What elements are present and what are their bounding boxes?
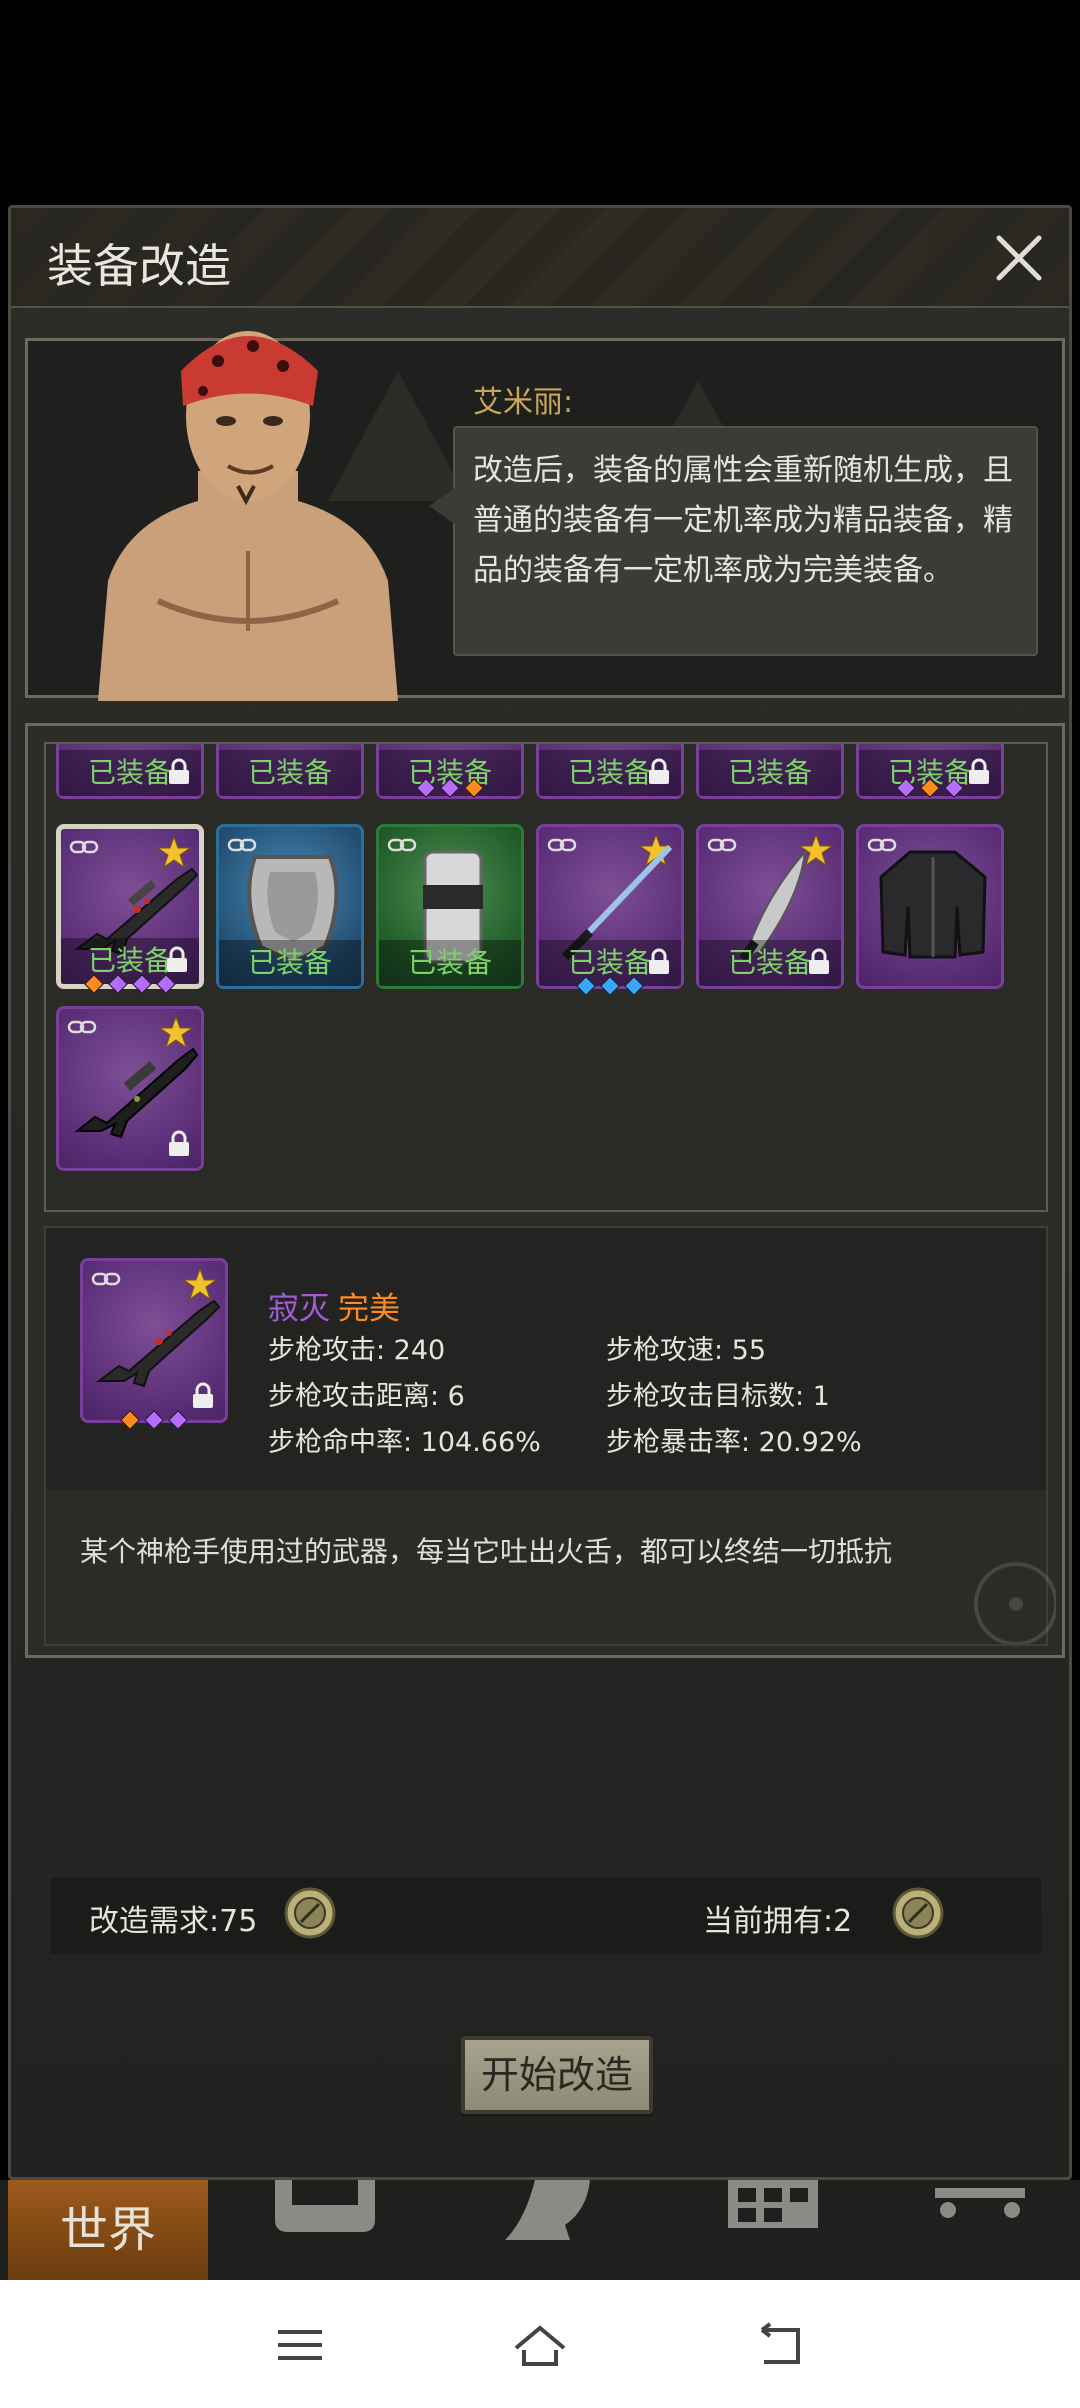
inventory-slot-assault-rifle[interactable]: 已装备 (56, 824, 204, 994)
item-name: 寂灭 完美 (268, 1283, 400, 1328)
stat-targets: 步枪攻击目标数: 1 (606, 1381, 830, 1412)
equipment-area: 已装备 已装备 已装备 已装备 已装备 已装备 已装备 已装备 已装备 已装备 … (25, 723, 1065, 1658)
backpack-icon[interactable] (270, 2180, 380, 2240)
inventory-grid[interactable]: 已装备 已装备 已装备 已装备 已装备 已装备 已装备 已装备 已装备 已装备 … (44, 742, 1048, 1212)
start-modify-button[interactable]: 开始改造 (461, 2036, 653, 2114)
equipped-label: 已装备 (219, 750, 361, 796)
lock-icon (809, 948, 829, 974)
inventory-slot-machete[interactable]: 已装备 (696, 824, 844, 989)
npc-name: 艾米丽: (473, 385, 574, 420)
npc-dialog: 艾米丽: 改造后，装备的属性会重新随机生成，且普通的装备有一定机率成为精品装备，… (25, 331, 1065, 701)
lock-icon (649, 948, 669, 974)
inventory-slot-shield[interactable]: 已装备 (216, 824, 364, 989)
inventory-slot[interactable]: 已装备 (376, 744, 524, 799)
lock-icon (169, 758, 189, 784)
item-quality: 完美 (338, 1291, 400, 1327)
jacket-icon (879, 850, 987, 959)
bottle-cap-icon (892, 1887, 944, 1939)
equipped-label: 已装备 (699, 750, 841, 796)
inventory-slot-katana[interactable]: 已装备 (536, 824, 684, 996)
radiation-icon (974, 1562, 1056, 1644)
inventory-slot[interactable]: 已装备 (696, 744, 844, 799)
menu-icon[interactable] (270, 2320, 330, 2370)
status-bar-area (0, 0, 1080, 205)
inventory-slot-arm-guard[interactable]: 已装备 (376, 824, 524, 989)
equipped-label: 已装备 (379, 940, 521, 986)
item-detail: 寂灭 完美 步枪攻击: 240 步枪攻速: 55 步枪攻击距离: 6 步枪攻击目标… (44, 1226, 1056, 1646)
item-title: 寂灭 (268, 1291, 330, 1327)
requirement-need: 改造需求:75 (89, 1904, 258, 1939)
lock-icon (167, 946, 187, 972)
bottle-cap-icon (284, 1887, 336, 1939)
game-bottom-nav: 世界 (0, 2180, 1080, 2280)
npc-portrait (98, 331, 398, 701)
inventory-slot[interactable]: 已装备 (216, 744, 364, 799)
close-button[interactable] (989, 228, 1049, 288)
lock-icon (649, 758, 669, 784)
equipped-label: 已装备 (219, 940, 361, 986)
close-icon (996, 235, 1042, 281)
selected-item-icon (80, 1258, 228, 1430)
title-bar: 装备改造 (11, 208, 1069, 308)
building-icon[interactable] (720, 2180, 830, 2240)
home-icon[interactable] (510, 2320, 570, 2370)
back-icon[interactable] (750, 2320, 810, 2370)
stat-attack: 步枪攻击: 240 (268, 1335, 446, 1366)
character-icon[interactable] (495, 2180, 605, 2240)
inventory-slot-jacket[interactable] (856, 824, 1004, 989)
inventory-slot[interactable]: 已装备 (856, 744, 1004, 799)
lock-icon (169, 1130, 189, 1156)
stat-accuracy: 步枪命中率: 104.66% (268, 1427, 541, 1458)
inventory-slot-sniper-rifle[interactable] (56, 1006, 204, 1171)
android-navigation-bar (0, 2280, 1080, 2408)
equipment-modify-panel: 装备改造 艾米丽: 改造后，装备的属性会重新随机生成，且普通的装备有一定机率成为… (8, 205, 1072, 2180)
inventory-slot[interactable]: 已装备 (56, 744, 204, 799)
npc-speech-bubble: 改造后，装备的属性会重新随机生成，且普通的装备有一定机率成为精品装备，精品的装备… (429, 426, 1038, 656)
cart-icon[interactable] (930, 2180, 1040, 2240)
lock-icon (193, 1382, 213, 1408)
stat-speed: 步枪攻速: 55 (606, 1335, 767, 1366)
inventory-slot[interactable]: 已装备 (536, 744, 684, 799)
requirement-have: 当前拥有:2 (703, 1904, 853, 1939)
stat-range: 步枪攻击距离: 6 (268, 1381, 465, 1412)
panel-title: 装备改造 (47, 239, 231, 293)
stat-crit: 步枪暴击率: 20.92% (606, 1427, 862, 1458)
requirement-bar: 改造需求:75 当前拥有:2 (51, 1878, 1041, 1954)
item-description: 某个神枪手使用过的武器，每当它吐出火舌，都可以终结一切抵抗 (80, 1535, 893, 1568)
nav-world-tab[interactable]: 世界 (8, 2180, 208, 2280)
